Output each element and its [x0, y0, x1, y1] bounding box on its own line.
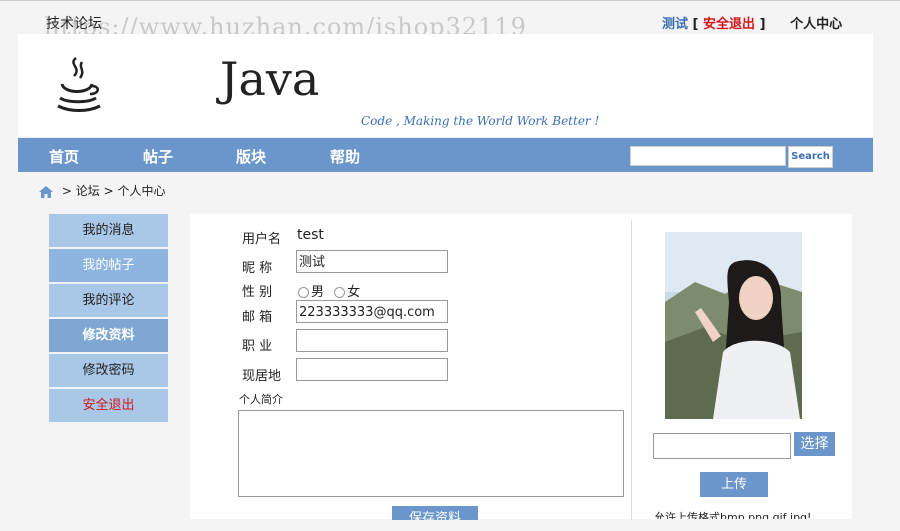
- bracket-open: [: [692, 17, 699, 32]
- search-button[interactable]: Search: [788, 146, 833, 168]
- nav-home[interactable]: 首页: [49, 146, 79, 167]
- top-bar: 技术论坛 https://www.huzhan.com/ishop32119 测…: [0, 0, 900, 41]
- sidebar-item-messages[interactable]: 我的消息: [49, 214, 168, 247]
- gender-radio-group: 男 女: [298, 281, 360, 300]
- save-profile-button[interactable]: 保存资料: [392, 506, 478, 520]
- sidebar-item-logout[interactable]: 安全退出: [49, 389, 168, 422]
- breadcrumb-sep: >: [103, 184, 114, 198]
- bio-textarea[interactable]: [238, 410, 624, 497]
- upload-button[interactable]: 上传: [700, 472, 768, 497]
- nickname-label: 昵 称: [242, 261, 273, 276]
- gender-male-radio[interactable]: [298, 287, 309, 298]
- username-link[interactable]: 测试: [662, 17, 688, 32]
- breadcrumb-sep: >: [61, 184, 72, 198]
- nav-help[interactable]: 帮助: [330, 146, 360, 167]
- banner: Java Code , Making the World Work Better…: [18, 34, 873, 137]
- user-center-link[interactable]: 个人中心: [790, 17, 842, 32]
- job-label: 职 业: [242, 339, 273, 354]
- sidebar: 我的消息 我的帖子 我的评论 修改资料 修改密码 安全退出: [49, 214, 168, 424]
- slogan: Code , Making the World Work Better !: [361, 114, 600, 128]
- home-icon[interactable]: [38, 185, 54, 199]
- panel-divider: [631, 220, 632, 520]
- gender-female-radio[interactable]: [334, 287, 346, 298]
- username-value: test: [297, 227, 324, 243]
- nav-boards[interactable]: 版块: [236, 146, 266, 167]
- bracket-close: ]: [759, 17, 766, 32]
- username-label: 用户名: [242, 232, 282, 247]
- avatar-file-field[interactable]: [653, 433, 791, 459]
- nav-bar: 首页 帖子 版块 帮助 Search: [18, 138, 873, 172]
- nav-posts[interactable]: 帖子: [143, 146, 173, 167]
- search-input[interactable]: [630, 146, 786, 166]
- email-field[interactable]: 223333333@qq.com: [296, 300, 448, 323]
- upload-format-hint: 允许上传格式bmp,png,gif,jpg!: [654, 511, 812, 519]
- nickname-field[interactable]: 测试: [296, 250, 448, 273]
- sidebar-item-change-password[interactable]: 修改密码: [49, 354, 168, 387]
- job-field[interactable]: [296, 329, 448, 352]
- location-field[interactable]: [296, 358, 448, 381]
- sidebar-item-edit-profile[interactable]: 修改资料: [49, 319, 168, 352]
- gender-female-label: 女: [347, 285, 361, 300]
- gender-male-label: 男: [311, 285, 325, 300]
- java-wordmark: Java: [220, 52, 320, 106]
- java-cup-logo: [57, 57, 101, 112]
- sidebar-item-my-comments[interactable]: 我的评论: [49, 284, 168, 317]
- breadcrumb: > 论坛 > 个人中心: [38, 182, 165, 199]
- logout-link[interactable]: 安全退出: [703, 17, 755, 32]
- breadcrumb-current: 个人中心: [117, 184, 166, 198]
- choose-file-button[interactable]: 选择: [794, 432, 835, 456]
- sidebar-item-my-posts[interactable]: 我的帖子: [49, 249, 168, 282]
- location-label: 现居地: [242, 369, 282, 384]
- avatar-image: [665, 232, 802, 419]
- gender-label: 性 别: [242, 285, 273, 300]
- breadcrumb-forum[interactable]: 论坛: [76, 184, 100, 198]
- user-area: 测试 [ 安全退出 ] 个人中心: [662, 13, 842, 32]
- email-label: 邮 箱: [242, 310, 273, 325]
- profile-panel: 用户名 test 昵 称 测试 性 别 男 女 邮 箱 223333333@qq…: [190, 214, 852, 520]
- bio-label: 个人简介: [239, 393, 283, 406]
